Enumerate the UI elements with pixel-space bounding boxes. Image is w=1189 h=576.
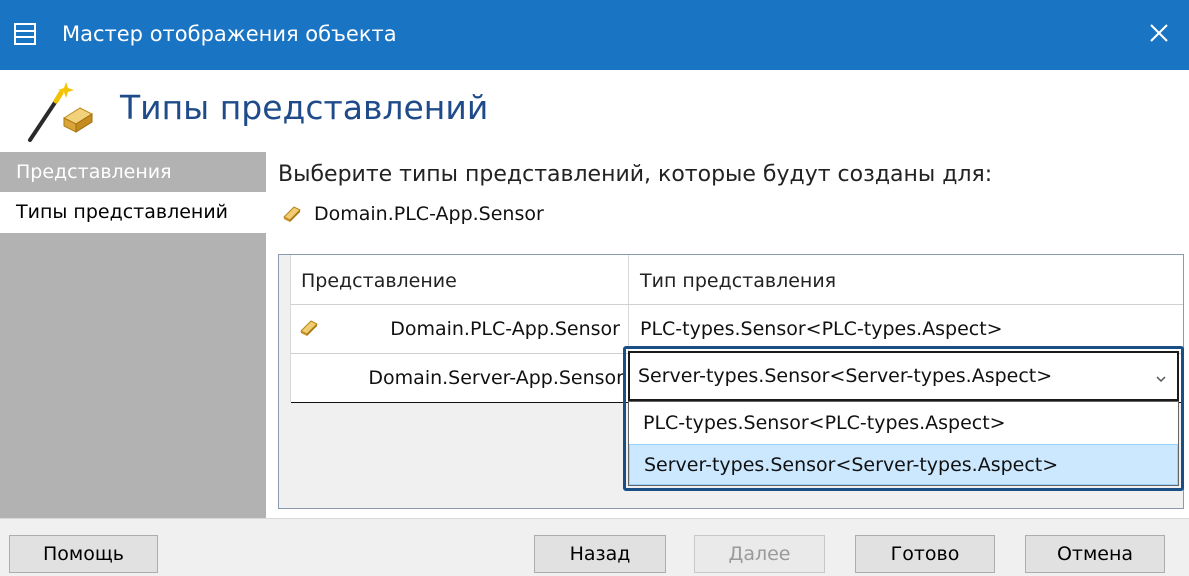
close-icon <box>1149 23 1169 47</box>
instruction-text: Выберите типы представлений, которые буд… <box>278 162 993 187</box>
magic-wand-icon <box>24 78 96 144</box>
gold-bar-icon <box>300 320 318 336</box>
help-button[interactable]: Помощь <box>9 535 158 573</box>
close-button[interactable] <box>1129 0 1189 70</box>
window-form-icon <box>14 23 36 45</box>
sidebar-item-views[interactable]: Представления <box>0 152 266 192</box>
row-selector-column <box>279 255 291 402</box>
chevron-down-icon[interactable] <box>1155 369 1167 388</box>
cell-view-text: Domain.PLC-App.Sensor <box>390 318 620 340</box>
target-object-name: Domain.PLC-App.Sensor <box>314 203 544 225</box>
dropdown-option[interactable]: PLC-types.Sensor<PLC-types.Aspect> <box>629 403 1178 444</box>
gold-bar-icon <box>283 206 301 222</box>
sidebar-item-view-types[interactable]: Типы представлений <box>0 192 266 233</box>
back-button[interactable]: Назад <box>534 535 666 573</box>
cell-view-text: Domain.Server-App.Sensor <box>368 367 624 389</box>
column-header-view-type[interactable]: Тип представления <box>630 255 1183 304</box>
cell-view: Domain.PLC-App.Sensor <box>291 305 629 353</box>
cell-view: Domain.Server-App.Sensor <box>291 354 629 402</box>
next-button[interactable]: Далее <box>694 535 825 573</box>
wizard-window: Мастер отображения объекта Типы представ… <box>0 0 1189 576</box>
dropdown-option-highlighted[interactable]: Server-types.Sensor<Server-types.Aspect> <box>629 444 1178 485</box>
view-type-combobox[interactable]: Server-types.Sensor<Server-types.Aspect> <box>628 351 1179 401</box>
cancel-button[interactable]: Отмена <box>1025 535 1165 573</box>
wizard-header: Типы представлений <box>0 70 1189 152</box>
title-bar: Мастер отображения объекта <box>0 0 1189 70</box>
grid-header: Представление Тип представления <box>279 255 1183 305</box>
finish-button[interactable]: Готово <box>855 535 995 573</box>
column-header-view[interactable]: Представление <box>291 255 629 304</box>
combobox-selected-value: Server-types.Sensor<Server-types.Aspect> <box>638 365 1053 387</box>
wizard-steps-sidebar: Представления Типы представлений <box>0 152 266 518</box>
window-title: Мастер отображения объекта <box>62 22 397 46</box>
target-object: Domain.PLC-App.Sensor <box>282 202 544 226</box>
view-type-dropdown-list: PLC-types.Sensor<PLC-types.Aspect> Serve… <box>628 401 1179 486</box>
page-title: Типы представлений <box>120 88 489 127</box>
button-bar: Помощь Назад Далее Готово Отмена <box>0 518 1189 576</box>
